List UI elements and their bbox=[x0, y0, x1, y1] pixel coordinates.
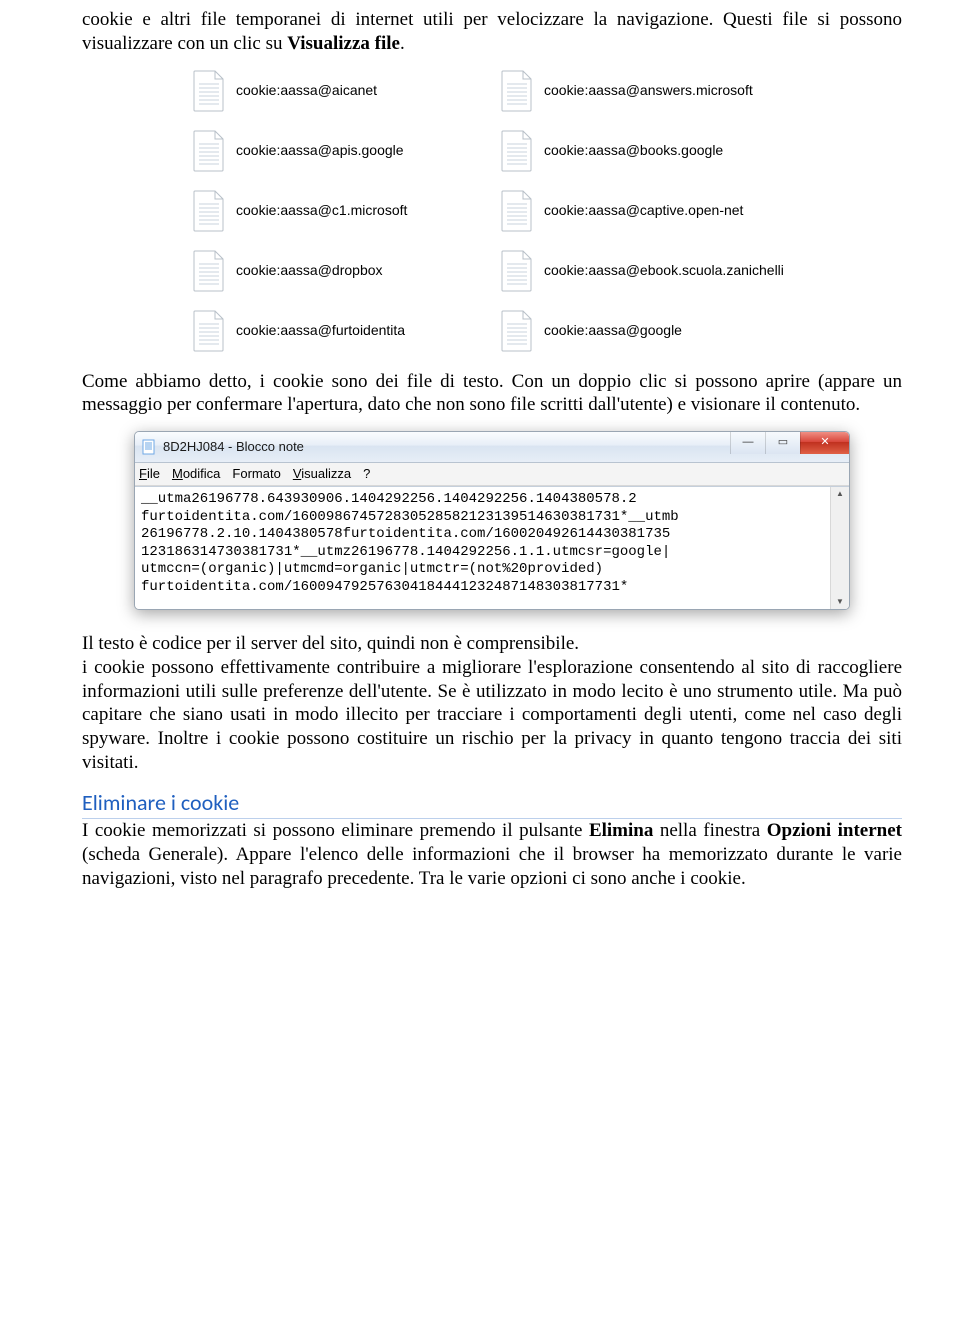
text-file-icon bbox=[192, 190, 226, 232]
p4-text-2: nella finestra bbox=[653, 820, 766, 841]
file-row: cookie:aassa@apis.google cookie:aassa@bo… bbox=[192, 130, 902, 172]
file-row: cookie:aassa@dropbox cookie:aassa@ebook.… bbox=[192, 250, 902, 292]
cookie-file-item[interactable]: cookie:aassa@apis.google bbox=[192, 130, 500, 172]
maximize-button[interactable]: ▭ bbox=[765, 432, 800, 454]
text-file-icon bbox=[192, 310, 226, 352]
cookie-file-item[interactable]: cookie:aassa@aicanet bbox=[192, 70, 500, 112]
cookie-file-label: cookie:aassa@aicanet bbox=[236, 82, 377, 98]
file-row: cookie:aassa@furtoidentita cookie:aassa@… bbox=[192, 310, 902, 352]
paragraph-cookie-explain: Il testo è codice per il server del sito… bbox=[82, 632, 902, 775]
text-file-icon bbox=[500, 130, 534, 172]
menu-modifica[interactable]: Modifica bbox=[172, 466, 220, 482]
menu-formato[interactable]: Formato bbox=[232, 466, 280, 482]
minimize-button[interactable]: — bbox=[730, 432, 765, 454]
cookie-file-grid: cookie:aassa@aicanet cookie:aassa@answer… bbox=[192, 70, 902, 352]
paragraph-delete-cookie: I cookie memorizzati si possono eliminar… bbox=[82, 819, 902, 890]
cookie-file-label: cookie:aassa@answers.microsoft bbox=[544, 82, 753, 98]
notepad-titlebar[interactable]: 8D2HJ084 - Blocco note — ▭ ✕ bbox=[135, 432, 849, 463]
notepad-content[interactable]: __utma26196778.643930906.1404292256.1404… bbox=[135, 487, 830, 609]
cookie-file-item[interactable]: cookie:aassa@furtoidentita bbox=[192, 310, 500, 352]
cookie-file-item[interactable]: cookie:aassa@google bbox=[500, 310, 820, 352]
text-file-icon bbox=[500, 250, 534, 292]
notepad-body: __utma26196778.643930906.1404292256.1404… bbox=[135, 486, 849, 609]
cookie-file-label: cookie:aassa@google bbox=[544, 322, 682, 338]
intro-text-2: . bbox=[400, 33, 405, 54]
intro-text-1: cookie e altri file temporanei di intern… bbox=[82, 9, 902, 54]
cookie-file-label: cookie:aassa@c1.microsoft bbox=[236, 202, 407, 218]
p4-text-1: I cookie memorizzati si possono eliminar… bbox=[82, 820, 589, 841]
cookie-file-label: cookie:aassa@captive.open-net bbox=[544, 202, 743, 218]
text-file-icon bbox=[192, 250, 226, 292]
scroll-down-icon[interactable]: ▼ bbox=[836, 597, 844, 607]
cookie-file-item[interactable]: cookie:aassa@dropbox bbox=[192, 250, 500, 292]
cookie-file-item[interactable]: cookie:aassa@books.google bbox=[500, 130, 820, 172]
heading-eliminare-cookie: Eliminare i cookie bbox=[82, 789, 902, 820]
notepad-menubar: File Modifica Formato Visualizza ? bbox=[135, 463, 849, 486]
intro-paragraph: cookie e altri file temporanei di intern… bbox=[82, 8, 902, 56]
p4-bold-1: Elimina bbox=[589, 820, 653, 841]
notepad-window: 8D2HJ084 - Blocco note — ▭ ✕ File Modifi… bbox=[134, 431, 850, 610]
notepad-title: 8D2HJ084 - Blocco note bbox=[163, 439, 730, 455]
text-file-icon bbox=[500, 310, 534, 352]
text-file-icon bbox=[500, 190, 534, 232]
paragraph-open-cookie: Come abbiamo detto, i cookie sono dei fi… bbox=[82, 370, 902, 418]
cookie-file-item[interactable]: cookie:aassa@ebook.scuola.zanichelli bbox=[500, 250, 820, 292]
p4-text-3: (scheda Generale). Appare l'elenco delle… bbox=[82, 844, 902, 889]
scrollbar-vertical[interactable]: ▲ ▼ bbox=[830, 487, 849, 609]
p4-bold-2: Opzioni internet bbox=[767, 820, 902, 841]
file-row: cookie:aassa@aicanet cookie:aassa@answer… bbox=[192, 70, 902, 112]
cookie-file-item[interactable]: cookie:aassa@c1.microsoft bbox=[192, 190, 500, 232]
cookie-file-item[interactable]: cookie:aassa@answers.microsoft bbox=[500, 70, 820, 112]
cookie-file-label: cookie:aassa@furtoidentita bbox=[236, 322, 405, 338]
cookie-file-label: cookie:aassa@books.google bbox=[544, 142, 723, 158]
close-button[interactable]: ✕ bbox=[800, 432, 849, 454]
text-file-icon bbox=[192, 130, 226, 172]
text-file-icon bbox=[500, 70, 534, 112]
notepad-icon bbox=[141, 439, 157, 455]
cookie-file-label: cookie:aassa@ebook.scuola.zanichelli bbox=[544, 262, 784, 278]
cookie-file-item[interactable]: cookie:aassa@captive.open-net bbox=[500, 190, 820, 232]
menu-file[interactable]: File bbox=[139, 466, 160, 482]
text-file-icon bbox=[192, 70, 226, 112]
window-buttons: — ▭ ✕ bbox=[730, 432, 849, 462]
intro-bold-1: Visualizza file bbox=[287, 33, 400, 54]
cookie-file-label: cookie:aassa@dropbox bbox=[236, 262, 383, 278]
menu-help[interactable]: ? bbox=[363, 466, 370, 482]
scroll-up-icon[interactable]: ▲ bbox=[836, 489, 844, 499]
file-row: cookie:aassa@c1.microsoft cookie:aassa@c… bbox=[192, 190, 902, 232]
menu-visualizza[interactable]: Visualizza bbox=[293, 466, 351, 482]
cookie-file-label: cookie:aassa@apis.google bbox=[236, 142, 404, 158]
